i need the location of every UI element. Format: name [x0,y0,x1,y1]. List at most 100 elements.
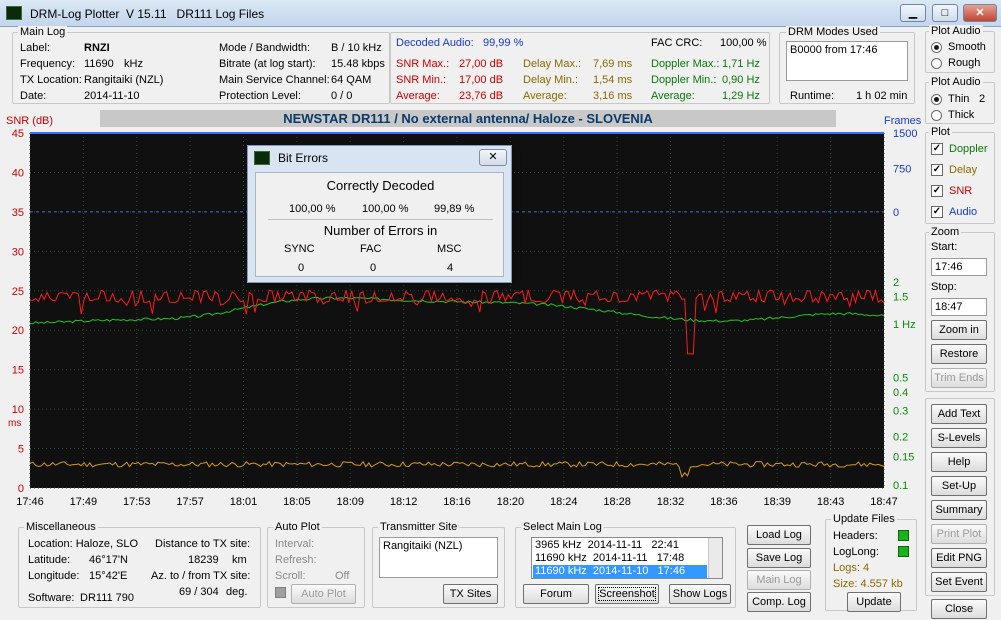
label-key: Label: [20,42,50,54]
misc-title: Miscellaneous [24,521,98,533]
x-tick-label: 18:01 [230,496,258,508]
doppler-avg-value: 1,29 Hz [722,90,760,102]
s-levels-button[interactable]: S-Levels [931,428,987,448]
x-tick-label: 18:36 [710,496,738,508]
thin-label: Thin [948,93,970,105]
add-text-button[interactable]: Add Text [931,404,987,424]
azimuth-value: 69 / 304 [179,586,219,598]
frequency-key: Frequency: [20,58,76,70]
latitude-value: 46°17'N [89,554,128,566]
loglong-status-led [898,546,909,557]
thick-radio[interactable] [931,110,942,121]
update-button[interactable]: Update [847,592,901,612]
setup-button[interactable]: Set-Up [931,476,987,496]
zoom-start-input[interactable]: 17:46 [931,258,987,276]
decoded-audio-key: Decoded Audio: [396,37,474,49]
drm-modes-list[interactable]: B0000 from 17:46 [786,41,908,81]
errors-heading: Number of Errors in [323,223,438,238]
main-log-button[interactable]: Main Log [747,570,811,590]
dialog-close-button[interactable]: ✕ [479,149,507,166]
log-list[interactable]: 3965 kHz 2014-11-11 22:41 11690 kHz 2014… [531,537,723,579]
doppler-checkbox[interactable]: ✓ [931,143,943,155]
fac-header: FAC [360,243,382,255]
summary-button[interactable]: Summary [931,500,987,520]
headers-status-led [898,530,909,541]
thin-radio[interactable] [931,94,942,105]
delay-checkbox[interactable]: ✓ [931,164,943,176]
log-item-1[interactable]: 3965 kHz 2014-11-11 22:41 [535,539,679,552]
decoded-audio-value: 99,99 % [483,37,524,49]
plot-audio-title: Plot Audio [929,25,983,37]
print-plot-button[interactable]: Print Plot [931,524,987,544]
zoom-in-button[interactable]: Zoom in [931,320,987,340]
snr-checkbox[interactable]: ✓ [931,185,943,197]
tx-location-value: Rangitaiki (NZL) [84,74,164,86]
audio-checkbox[interactable]: ✓ [931,206,943,218]
screenshot-button[interactable]: Screenshot [595,584,659,604]
snr-min-value: 17,00 dB [459,74,504,86]
trim-ends-button[interactable]: Trim Ends [931,368,987,388]
y-tick-label: 10 [12,404,24,416]
log-item-3-time: 17:46 [657,565,686,577]
show-logs-button[interactable]: Show Logs [669,584,731,604]
y-tick-label: 35 [12,207,24,219]
load-log-button[interactable]: Load Log [747,525,811,545]
close-window-button[interactable]: ✕ [963,4,997,22]
doppler-tick-label: 0.2 [893,432,908,444]
smooth-radio[interactable] [931,42,942,53]
forum-button[interactable]: Forum [523,584,589,604]
snr-max-key: SNR Max.: [396,58,450,70]
tx-sites-button[interactable]: TX Sites [443,584,498,604]
maximize-button[interactable]: □ [932,4,958,22]
restore-button[interactable]: Restore [931,344,987,364]
delay-avg-value: 3,16 ms [593,90,633,102]
y-tick-label: 30 [12,246,24,258]
delay-avg-key: Average: [523,90,567,102]
log-list-scrollbar[interactable] [708,538,722,578]
distance-value: 18239 [188,554,219,566]
dialog-icon [254,151,270,165]
select-log-title: Select Main Log [521,521,604,533]
plot-audio-thickness-title: Plot Audio [929,76,983,88]
close-button[interactable]: Close [931,599,987,619]
fac-crc-value: 100,00 % [720,37,767,49]
frequency-unit: kHz [124,58,143,70]
chart-title: NEWSTAR DR111 / No external antenna/ Hal… [283,111,653,126]
thick-label: Thick [948,109,975,121]
comp-log-button[interactable]: Comp. Log [747,592,811,612]
msc-header: MSC [437,243,462,255]
log-item-2-date: 2014-11-11 [592,552,648,564]
log-item-3[interactable]: 11690 kHz 2014-11-10 17:46 [535,565,685,578]
logs-size: Size: 4.557 kb [833,578,903,590]
msc-errors-value: 4 [447,262,454,274]
frames-tick-label: 750 [893,164,911,176]
rough-radio[interactable] [931,58,942,69]
delay-label: Delay [949,164,978,176]
edit-png-button[interactable]: Edit PNG [931,548,987,568]
doppler-tick-label: 1 Hz [893,319,916,331]
snr-axis-label: SNR (dB) [6,115,53,127]
minimize-button[interactable]: ▁ [900,4,926,22]
distance-key: Distance to TX site: [155,538,251,550]
snr-max-value: 27,00 dB [459,58,504,70]
y-tick-label: 45 [12,128,24,140]
help-button[interactable]: Help [931,452,987,472]
zoom-stop-key: Stop: [931,281,957,293]
log-item-2[interactable]: 11690 kHz 2014-11-11 17:48 [535,552,684,565]
zoom-stop-input[interactable]: 18:47 [931,298,987,316]
x-tick-label: 17:46 [16,496,44,508]
save-log-button[interactable]: Save Log [747,548,811,568]
auto-plot-button[interactable]: Auto Plot [291,584,356,604]
runtime-key: Runtime: [790,90,835,102]
tx-site-list[interactable]: Rangitaiki (NZL) [379,537,498,578]
auto-plot-checkbox[interactable] [275,587,286,598]
doppler-max-value: 1,71 Hz [722,58,760,70]
logs-count: Logs: 4 [833,562,870,574]
msc-value: 64 QAM [331,74,372,86]
doppler-tick-label: 0.4 [893,387,908,399]
set-event-button[interactable]: Set Event [931,572,987,592]
x-tick-label: 18:09 [336,496,364,508]
azimuth-key: Az. to / from TX site: [151,570,251,582]
correctly-decoded-heading: Correctly Decoded [326,178,435,193]
decoded-msc-value: 99,89 % [434,203,475,215]
